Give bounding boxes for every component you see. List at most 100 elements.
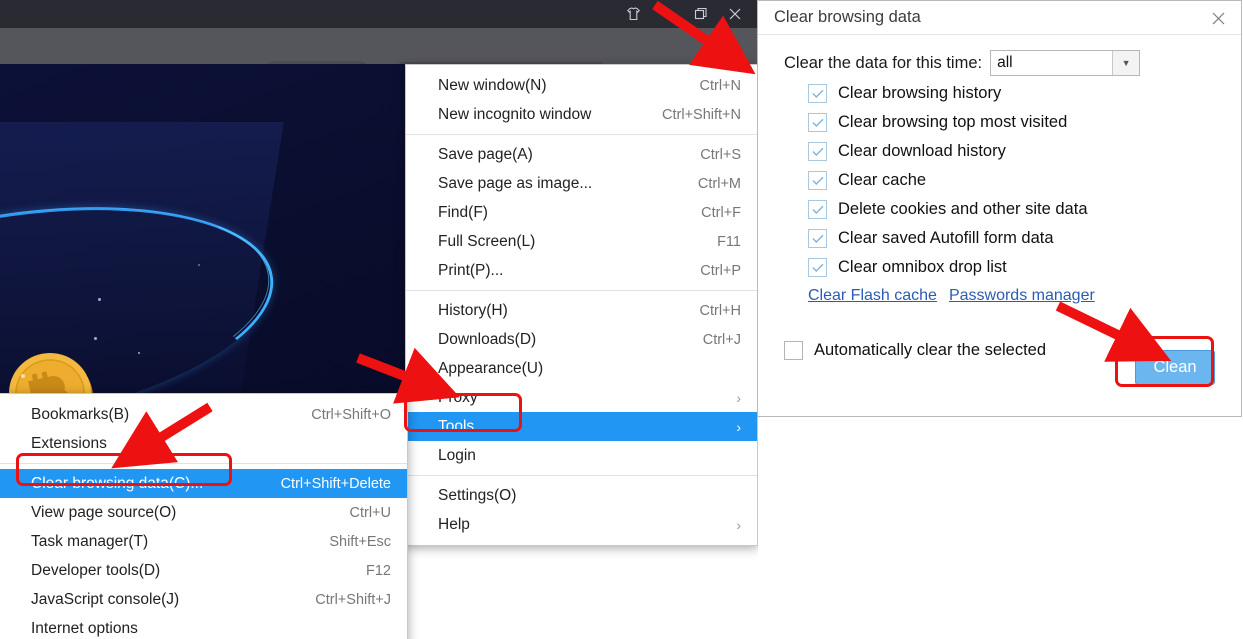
menu-item-shortcut: F12: [366, 562, 391, 579]
submenu-item-task-manager[interactable]: Task manager(T) Shift+Esc: [0, 527, 407, 556]
menu-item-shortcut: Ctrl+H: [699, 302, 742, 319]
star-dot: [138, 352, 140, 354]
menu-separator: [406, 290, 757, 291]
menu-item-settings[interactable]: Settings(O): [406, 481, 757, 510]
menu-item-label: New incognito window: [438, 105, 592, 123]
menu-item-label: Appearance(U): [438, 359, 544, 377]
menu-item-shortcut: Ctrl+S: [700, 146, 741, 163]
menu-item-label: JavaScript console(J): [31, 590, 180, 608]
menu-item-label: Downloads(D): [438, 330, 537, 348]
menu-item-help[interactable]: Help ›: [406, 510, 757, 539]
menu-separator: [406, 475, 757, 476]
clear-download-history-checkbox[interactable]: [808, 142, 827, 161]
menu-item-save-page[interactable]: Save page(A) Ctrl+S: [406, 140, 757, 169]
auto-clear-label: Automatically clear the selected: [814, 341, 1047, 359]
menu-item-label: Save page(A): [438, 145, 533, 163]
star-dot: [198, 264, 200, 266]
menu-item-label: Extensions: [31, 434, 107, 452]
menu-item-label: History(H): [438, 301, 508, 319]
menu-item-shortcut: Ctrl+J: [702, 331, 741, 348]
clear-cache-checkbox[interactable]: [808, 171, 827, 190]
clear-omnibox-checkbox[interactable]: [808, 258, 827, 277]
menu-item-shortcut: Ctrl+F: [701, 204, 741, 221]
menu-item-shortcut: Ctrl+Shift+Delete: [280, 475, 391, 492]
menu-item-shortcut: Ctrl+P: [700, 262, 741, 279]
clear-flash-cache-link[interactable]: Clear Flash cache: [808, 287, 937, 305]
submenu-item-view-page-source[interactable]: View page source(O) Ctrl+U: [0, 498, 407, 527]
star-dot: [94, 337, 97, 340]
menu-item-label: Developer tools(D): [31, 561, 161, 579]
menu-item-save-page-as-image[interactable]: Save page as image... Ctrl+M: [406, 169, 757, 198]
checkbox-label: Clear cache: [838, 171, 927, 189]
skin-icon[interactable]: [616, 0, 650, 28]
star-dot: [98, 298, 101, 301]
browser-toolbar: 360搜索: [0, 28, 758, 88]
minimize-button[interactable]: [650, 0, 684, 28]
checkbox-label: Delete cookies and other site data: [838, 200, 1088, 218]
checkbox-row[interactable]: Clear saved Autofill form data: [758, 224, 1241, 253]
time-range-select[interactable]: all ▼: [990, 50, 1141, 76]
close-button[interactable]: [718, 0, 752, 28]
menu-item-shortcut: Shift+Esc: [329, 533, 391, 550]
submenu-item-developer-tools[interactable]: Developer tools(D) F12: [0, 556, 407, 585]
dialog-titlebar: Clear browsing data: [758, 1, 1241, 35]
dialog-title: Clear browsing data: [774, 8, 921, 26]
menu-item-downloads[interactable]: Downloads(D) Ctrl+J: [406, 325, 757, 354]
auto-clear-checkbox[interactable]: [784, 341, 803, 360]
checkbox-row[interactable]: Clear browsing history: [758, 79, 1241, 108]
menu-item-shortcut: Ctrl+Shift+N: [662, 106, 741, 123]
menu-item-shortcut: Ctrl+M: [697, 175, 741, 192]
delete-cookies-checkbox[interactable]: [808, 200, 827, 219]
checkbox-row[interactable]: Clear omnibox drop list: [758, 253, 1241, 282]
time-range-value: all: [997, 54, 1013, 71]
bitcoin-coin-illustration: [5, 348, 97, 395]
checkbox-label: Clear browsing history: [838, 84, 1002, 102]
menu-item-print[interactable]: Print(P)... Ctrl+P: [406, 256, 757, 285]
restore-button[interactable]: [684, 0, 718, 28]
checkbox-label: Clear saved Autofill form data: [838, 229, 1054, 247]
dialog-body: Clear the data for this time: all ▼ Clea…: [758, 35, 1241, 385]
passwords-manager-link[interactable]: Passwords manager: [949, 287, 1095, 305]
menu-item-appearance[interactable]: Appearance(U): [406, 354, 757, 383]
menu-item-shortcut: Ctrl+N: [699, 77, 742, 94]
menu-item-shortcut: F11: [717, 233, 741, 250]
caret-down-icon[interactable]: ▼: [1112, 51, 1140, 75]
menu-item-label: Internet options: [31, 619, 138, 637]
menu-item-login[interactable]: Login: [406, 441, 757, 470]
menu-item-label: Task manager(T): [31, 532, 149, 550]
clear-top-visited-checkbox[interactable]: [808, 113, 827, 132]
submenu-item-javascript-console[interactable]: JavaScript console(J) Ctrl+Shift+J: [0, 585, 407, 614]
checkbox-label: Clear browsing top most visited: [838, 113, 1068, 131]
menu-item-full-screen[interactable]: Full Screen(L) F11: [406, 227, 757, 256]
chevron-right-icon: ›: [736, 418, 741, 435]
checkbox-label: Clear download history: [838, 142, 1006, 160]
checkbox-row[interactable]: Delete cookies and other site data: [758, 195, 1241, 224]
menu-item-history[interactable]: History(H) Ctrl+H: [406, 296, 757, 325]
menu-item-find[interactable]: Find(F) Ctrl+F: [406, 198, 757, 227]
dialog-links: Clear Flash cache Passwords manager: [758, 287, 1241, 305]
menu-item-label: Print(P)...: [438, 261, 504, 279]
checkbox-row[interactable]: Clear browsing top most visited: [758, 108, 1241, 137]
chevron-right-icon: ›: [736, 516, 741, 533]
window-controls: [616, 0, 752, 28]
clear-browsing-history-checkbox[interactable]: [808, 84, 827, 103]
menu-item-label: View page source(O): [31, 503, 177, 521]
menu-separator: [406, 134, 757, 135]
submenu-item-bookmarks[interactable]: Bookmarks(B) Ctrl+Shift+O: [0, 400, 407, 429]
menu-item-label: Help: [438, 515, 470, 533]
checkbox-row[interactable]: Clear cache: [758, 166, 1241, 195]
close-icon[interactable]: [1205, 6, 1231, 30]
submenu-item-internet-options[interactable]: Internet options: [0, 614, 407, 639]
menu-item-label: Save page as image...: [438, 174, 593, 192]
clear-autofill-checkbox[interactable]: [808, 229, 827, 248]
menu-item-new-incognito-window[interactable]: New incognito window Ctrl+Shift+N: [406, 100, 757, 129]
checkbox-row[interactable]: Clear download history: [758, 137, 1241, 166]
browser-window: 360搜索: [0, 0, 758, 639]
menu-item-label: Bookmarks(B): [31, 405, 130, 423]
chevron-right-icon: ›: [736, 389, 741, 406]
menu-item-shortcut: Ctrl+Shift+J: [315, 591, 391, 608]
browser-main-menu: New window(N) Ctrl+N New incognito windo…: [405, 64, 758, 546]
menu-item-label: Settings(O): [438, 486, 517, 504]
menu-item-label: Find(F): [438, 203, 488, 221]
menu-item-new-window[interactable]: New window(N) Ctrl+N: [406, 71, 757, 100]
